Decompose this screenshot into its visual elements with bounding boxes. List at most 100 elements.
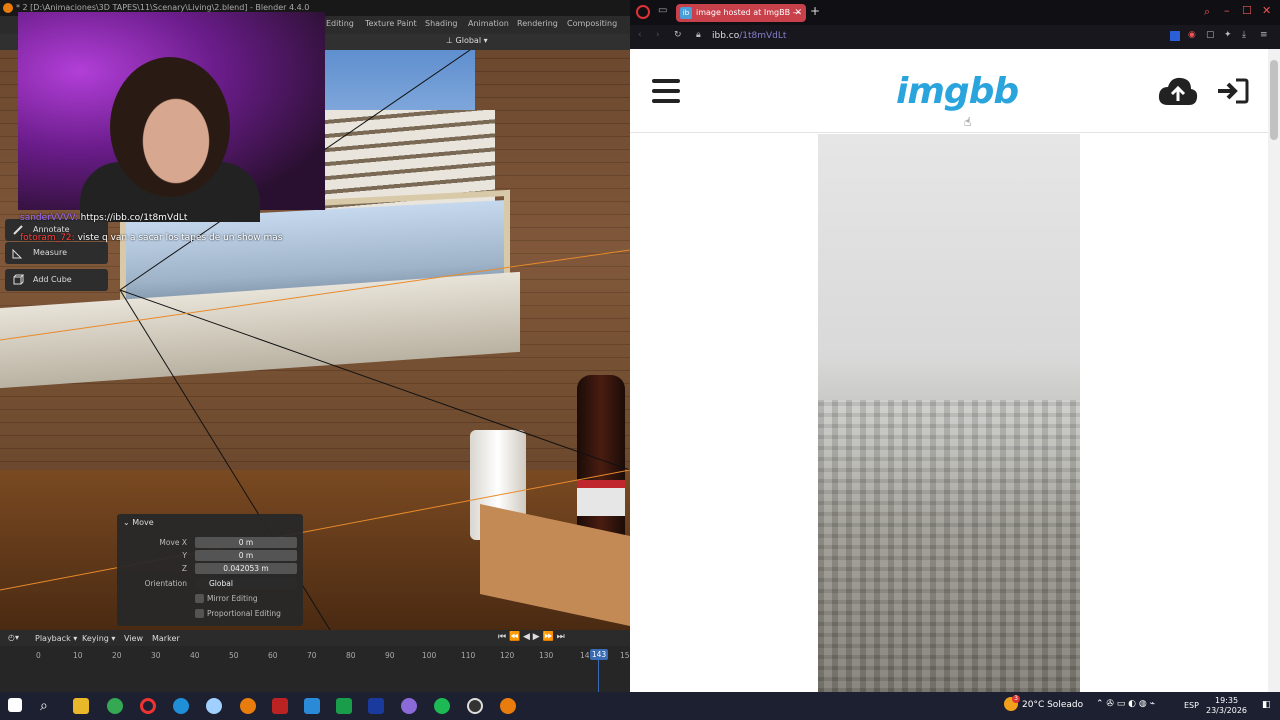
cloud-upload-icon[interactable] — [1158, 75, 1198, 107]
frame-tick: 70 — [307, 651, 317, 660]
browser-tab[interactable]: ib image hosted at ImgBB — ✕ — [676, 4, 806, 22]
vpn-icon[interactable]: ◉ — [1188, 30, 1196, 40]
proportional-row: Proportional Editing — [117, 608, 303, 620]
playback-controls[interactable]: ⏮ ⏪ ◀ ▶ ⏩ ⏭ — [498, 632, 565, 642]
tool-measure[interactable]: Measure — [5, 242, 108, 264]
tab-switcher-icon[interactable]: ▭ — [658, 5, 667, 16]
move-z-field[interactable]: 0.042053 m — [195, 563, 297, 574]
weather-text[interactable]: 20°C Soleado — [1022, 700, 1083, 710]
tab-rendering[interactable]: Rendering — [517, 19, 558, 28]
pycharm-icon[interactable] — [336, 698, 352, 714]
panel-title-label: Move — [132, 518, 154, 527]
chat-message: sanderVVVV: https://ibb.co/1t8mVdLt — [20, 213, 187, 223]
maximize-icon[interactable]: ☐ — [1242, 4, 1252, 17]
snapshot-icon[interactable]: ▢ — [1206, 30, 1215, 40]
menu-icon[interactable]: ≡ — [1260, 30, 1268, 40]
download-icon[interactable]: ⤓ — [1242, 30, 1246, 40]
frame-tick: 10 — [73, 651, 83, 660]
chrome-icon[interactable] — [107, 698, 123, 714]
language-indicator[interactable]: ESP — [1184, 701, 1199, 710]
sign-in-icon[interactable] — [1216, 77, 1250, 105]
tool-measure-label: Measure — [33, 248, 67, 257]
obs-icon[interactable] — [401, 698, 417, 714]
tab-editing[interactable]: Editing — [326, 19, 354, 28]
move-y-row: Y 0 m — [117, 550, 303, 562]
transform-orientation-dropdown[interactable]: ⊥ Global ▾ — [446, 36, 488, 45]
back-icon[interactable]: ‹ — [638, 30, 642, 40]
frame-tick: 15 — [620, 651, 630, 660]
timeline-ruler[interactable]: 0 10 20 30 40 50 60 70 80 90 100 110 120… — [0, 646, 630, 692]
imgbb-logo[interactable]: imgbb — [896, 71, 1019, 112]
close-window-icon[interactable]: ✕ — [1262, 4, 1271, 17]
frame-tick: 130 — [539, 651, 554, 660]
webcam-overlay — [18, 12, 325, 222]
cube-icon — [13, 274, 24, 285]
opera-logo-icon[interactable] — [636, 5, 650, 19]
blender-logo-icon — [3, 3, 13, 13]
photos-icon[interactable] — [304, 698, 320, 714]
tab-texture-paint[interactable]: Texture Paint — [365, 19, 417, 28]
hamburger-menu-icon[interactable] — [652, 79, 680, 103]
current-frame-indicator[interactable]: 143 — [590, 649, 608, 660]
browser-tab-bar: ▭ ib image hosted at ImgBB — ✕ + ⌕ – ☐ ✕ — [630, 0, 1280, 25]
tool-add-cube[interactable]: Add Cube — [5, 269, 108, 291]
blender-icon[interactable] — [240, 698, 256, 714]
blender-running-icon[interactable] — [500, 698, 516, 714]
move-x-label: Move X — [159, 538, 187, 547]
frame-tick: 60 — [268, 651, 278, 660]
move-x-field[interactable]: 0 m — [195, 537, 297, 548]
menu-view[interactable]: View — [124, 634, 143, 643]
forward-icon[interactable]: › — [656, 30, 660, 40]
new-tab-icon[interactable]: + — [810, 4, 820, 18]
frame-tick: 50 — [229, 651, 239, 660]
menu-playback[interactable]: Playback ▾ — [35, 634, 77, 643]
file-explorer-icon[interactable] — [73, 698, 89, 714]
url-field[interactable]: ibb.co/1t8mVdLt — [712, 31, 786, 41]
menu-keying[interactable]: Keying ▾ — [82, 634, 115, 643]
mirror-row: Mirror Editing — [117, 593, 303, 605]
ruler-icon — [12, 248, 23, 259]
extensions-icon[interactable]: ✦ — [1224, 30, 1232, 40]
chat-message: fotoram_72: viste q van a sacar los tape… — [20, 233, 282, 243]
last-operator-panel[interactable]: ⌄ Move Move X 0 m Y 0 m Z 0.042053 m Orient… — [117, 514, 303, 626]
notifications-icon[interactable]: ◧ — [1262, 700, 1271, 710]
app-icon[interactable] — [206, 698, 222, 714]
reload-icon[interactable]: ↻ — [674, 30, 682, 40]
close-tab-icon[interactable]: ✕ — [794, 4, 802, 22]
search-taskbar-icon[interactable]: ⌕ — [40, 698, 56, 714]
frame-tick: 0 — [36, 651, 41, 660]
tray-icons[interactable]: ⌃ ✇ ▭ ◐ ◍ ⌁ — [1096, 699, 1155, 709]
search-icon[interactable]: ⌕ — [1204, 5, 1210, 19]
clock[interactable]: 19:35 23/3/2026 — [1206, 696, 1247, 716]
editor-type-icon[interactable]: ◴▾ — [8, 633, 19, 642]
frame-tick: 40 — [190, 651, 200, 660]
clock-date: 23/3/2026 — [1206, 706, 1248, 715]
tab-compositing[interactable]: Compositing — [567, 19, 617, 28]
translate-icon[interactable] — [1170, 31, 1180, 41]
recorder-icon[interactable] — [272, 698, 288, 714]
opera-icon[interactable] — [140, 698, 156, 714]
url-host: ibb.co — [712, 31, 740, 41]
page-scrollbar[interactable] — [1268, 49, 1280, 692]
spotify-icon[interactable] — [434, 698, 450, 714]
move-y-label: Y — [182, 551, 187, 560]
vegas-icon[interactable] — [368, 698, 384, 714]
obs-studio-icon[interactable] — [467, 698, 483, 714]
minimize-icon[interactable]: – — [1224, 4, 1230, 17]
mirror-checkbox[interactable] — [195, 594, 204, 603]
chat-text: viste q van a sacar los tapes de un show… — [77, 233, 283, 243]
menu-marker[interactable]: Marker — [152, 634, 180, 643]
tab-shading[interactable]: Shading — [425, 19, 458, 28]
edge-icon[interactable] — [173, 698, 189, 714]
chat-user: fotoram_72: — [20, 233, 75, 243]
frame-tick: 120 — [500, 651, 515, 660]
panel-title[interactable]: ⌄ Move — [123, 518, 154, 527]
move-y-field[interactable]: 0 m — [195, 550, 297, 561]
tab-animation[interactable]: Animation — [468, 19, 509, 28]
proportional-checkbox[interactable] — [195, 609, 204, 618]
frame-tick: 100 — [422, 651, 437, 660]
scrollbar-thumb[interactable] — [1270, 60, 1278, 140]
start-icon[interactable] — [8, 698, 22, 712]
mirror-label: Mirror Editing — [207, 594, 258, 603]
orientation-dropdown[interactable]: Global — [195, 578, 297, 589]
